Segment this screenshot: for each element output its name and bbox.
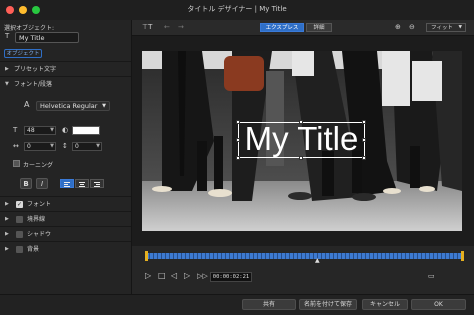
font-size-icon: T [13, 126, 18, 134]
section-background-effect[interactable]: ▶ 背景 [0, 241, 131, 257]
resize-handle-top-right[interactable] [362, 120, 366, 124]
previous-frame-icon[interactable]: ◁ [171, 271, 177, 281]
object-tab[interactable]: オブジェクト [4, 49, 42, 58]
play-icon[interactable]: ▷ [145, 271, 151, 281]
font-size-field[interactable]: 48 ▼ [24, 126, 56, 135]
section-font-paragraph[interactable]: ▼ フォント/段落 [0, 76, 131, 92]
line-spacing-field[interactable]: 0 ▼ [72, 142, 102, 151]
share-button[interactable]: 共有 [242, 299, 296, 310]
collapsed-arrow-icon: ▶ [5, 246, 9, 252]
playhead-icon[interactable]: ▲ [315, 257, 320, 264]
collapsed-arrow-icon: ▶ [5, 231, 9, 237]
chevron-down-icon: ▼ [458, 25, 462, 30]
dropdown-arrow-icon: ▼ [96, 143, 100, 149]
section-label: プリセット文字 [14, 66, 57, 73]
char-spacing-icon: ↔ [13, 142, 19, 150]
font-family-select[interactable]: Helvetica Regular ▼ [36, 101, 110, 111]
bold-button[interactable]: B [20, 178, 32, 189]
undo-icon[interactable]: ← [164, 22, 170, 33]
section-label: フォント/段落 [14, 81, 53, 88]
dropdown-arrow-icon: ▼ [50, 127, 54, 133]
stop-icon[interactable]: □ [158, 271, 166, 281]
char-spacing-value: 0 [27, 143, 31, 150]
properties-panel: 選択オブジェクト: T My Title オブジェクト ▶ プリセット文字 ▼ … [0, 20, 132, 294]
section-label: 境界線 [27, 216, 46, 223]
resize-handle-left[interactable] [236, 138, 240, 142]
font-color-swatch[interactable] [72, 126, 100, 135]
object-name-field[interactable]: My Title [15, 32, 79, 43]
chevron-down-icon: ▼ [102, 103, 106, 109]
save-as-button[interactable]: 名前を付けて保存 [299, 299, 357, 310]
designer-toolbar: ⊤T ← → エクスプレス 詳細 ⊕ ⊖ フィット ▼ [132, 20, 474, 36]
align-center-button[interactable] [75, 179, 89, 188]
selected-object-label: 選択オブジェクト: [4, 25, 55, 32]
section-shadow-effect[interactable]: ▶ シャドウ [0, 226, 131, 242]
title-bar: タイトル デザイナー | My Title [0, 0, 474, 21]
fast-forward-icon[interactable]: ▷▷ [197, 271, 208, 281]
font-icon: A [24, 100, 30, 109]
font-family-value: Helvetica Regular [40, 102, 98, 110]
timeline-out-marker[interactable] [461, 251, 464, 261]
collapsed-arrow-icon: ▶ [5, 201, 9, 207]
border-effect-checkbox[interactable] [16, 216, 23, 223]
title-designer-window: タイトル デザイナー | My Title 選択オブジェクト: T My Tit… [0, 0, 474, 315]
resize-handle-bottom-left[interactable] [236, 156, 240, 160]
background-effect-checkbox[interactable] [16, 246, 23, 253]
collapsed-arrow-icon: ▶ [5, 66, 9, 72]
zoom-out-icon[interactable]: ⊖ [409, 22, 415, 33]
tab-detail[interactable]: 詳細 [306, 23, 332, 32]
expanded-arrow-icon: ▼ [5, 81, 9, 87]
redo-icon[interactable]: → [178, 22, 184, 33]
resize-handle-top-left[interactable] [236, 120, 240, 124]
ok-button[interactable]: OK [411, 299, 466, 310]
section-label: フォント [27, 201, 52, 208]
font-size-value: 48 [27, 127, 35, 134]
window-title: タイトル デザイナー | My Title [187, 5, 287, 13]
collapsed-arrow-icon: ▶ [5, 216, 9, 222]
line-spacing-icon: ↕ [62, 142, 68, 150]
section-border-effect[interactable]: ▶ 境界線 [0, 211, 131, 227]
zoom-select[interactable]: フィット ▼ [426, 23, 466, 32]
cancel-button[interactable]: キャンセル [362, 299, 408, 310]
bottom-bar: 共有 名前を付けて保存 キャンセル OK [0, 294, 474, 315]
color-drop-icon: ◐ [62, 126, 69, 134]
resize-handle-right[interactable] [362, 138, 366, 142]
zoom-in-icon[interactable]: ⊕ [395, 22, 401, 33]
resize-handle-bottom[interactable] [299, 156, 303, 160]
timecode-display: 00:00:02:21 [210, 272, 252, 282]
resize-handle-bottom-right[interactable] [362, 156, 366, 160]
align-left-button[interactable] [60, 179, 74, 188]
timeline-ticks [145, 253, 464, 259]
section-label: シャドウ [27, 231, 52, 238]
section-preset-text[interactable]: ▶ プリセット文字 [0, 61, 131, 77]
title-text[interactable]: My Title [238, 120, 365, 158]
kerning-checkbox[interactable] [13, 160, 20, 167]
timeline-in-marker[interactable] [145, 251, 148, 261]
video-preview[interactable]: My Title [142, 51, 462, 231]
align-right-button[interactable] [90, 179, 104, 188]
font-effect-checkbox[interactable]: ✓ [16, 201, 23, 208]
italic-button[interactable]: I [36, 178, 48, 189]
tab-express[interactable]: エクスプレス [260, 23, 304, 32]
resize-handle-top[interactable] [299, 120, 303, 124]
timeline-track[interactable] [145, 253, 464, 259]
dropdown-arrow-icon: ▼ [50, 143, 54, 149]
line-spacing-value: 0 [75, 143, 79, 150]
section-font-effect[interactable]: ▶ ✓ フォント [0, 196, 131, 212]
insert-text-icon[interactable]: ⊤T [142, 22, 152, 33]
next-frame-icon[interactable]: ▷ [184, 271, 190, 281]
shadow-effect-checkbox[interactable] [16, 231, 23, 238]
section-label: 背景 [27, 246, 40, 253]
text-icon: T [5, 32, 10, 40]
fullscreen-icon[interactable]: ▭ [428, 271, 435, 281]
kerning-label: カーニング [23, 162, 54, 169]
char-spacing-field[interactable]: 0 ▼ [24, 142, 56, 151]
zoom-value: フィット [431, 25, 453, 31]
